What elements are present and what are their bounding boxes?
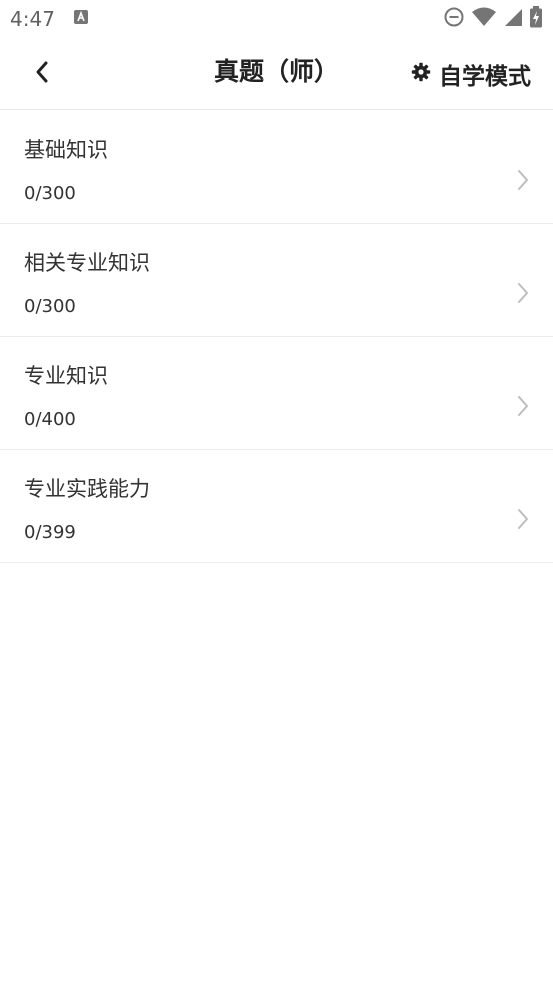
back-button[interactable] [28, 60, 56, 88]
app-header: 真题（师） 自学模式 [0, 38, 553, 110]
battery-icon [529, 6, 543, 32]
item-name: 相关专业知识 [24, 251, 150, 275]
self-study-mode-label: 自学模式 [439, 64, 531, 90]
chevron-right-icon [515, 393, 531, 419]
status-left: 4:47 [10, 7, 89, 31]
chevron-right-icon [515, 167, 531, 193]
list-item[interactable]: 专业知识 0/400 [0, 337, 553, 450]
item-progress: 0/399 [24, 522, 76, 543]
gear-icon [411, 62, 431, 86]
chevron-left-icon [33, 60, 51, 88]
list-item[interactable]: 相关专业知识 0/300 [0, 224, 553, 337]
status-right [443, 6, 543, 32]
self-study-mode-button[interactable]: 自学模式 [411, 54, 531, 94]
chevron-right-icon [515, 280, 531, 306]
item-name: 专业知识 [24, 364, 108, 388]
list-item[interactable]: 专业实践能力 0/399 [0, 450, 553, 563]
item-progress: 0/300 [24, 183, 76, 204]
item-name: 基础知识 [24, 138, 108, 162]
item-progress: 0/300 [24, 296, 76, 317]
wifi-icon [471, 6, 497, 32]
status-bar: 4:47 [0, 0, 553, 38]
item-name: 专业实践能力 [24, 477, 150, 501]
signal-icon [503, 7, 523, 31]
subject-list: 基础知识 0/300 相关专业知识 0/300 专业知识 0/400 专业实践能… [0, 111, 553, 563]
item-progress: 0/400 [24, 409, 76, 430]
notification-app-icon [73, 9, 89, 29]
chevron-right-icon [515, 506, 531, 532]
status-time: 4:47 [10, 7, 55, 31]
list-item[interactable]: 基础知识 0/300 [0, 111, 553, 224]
do-not-disturb-icon [443, 6, 465, 32]
